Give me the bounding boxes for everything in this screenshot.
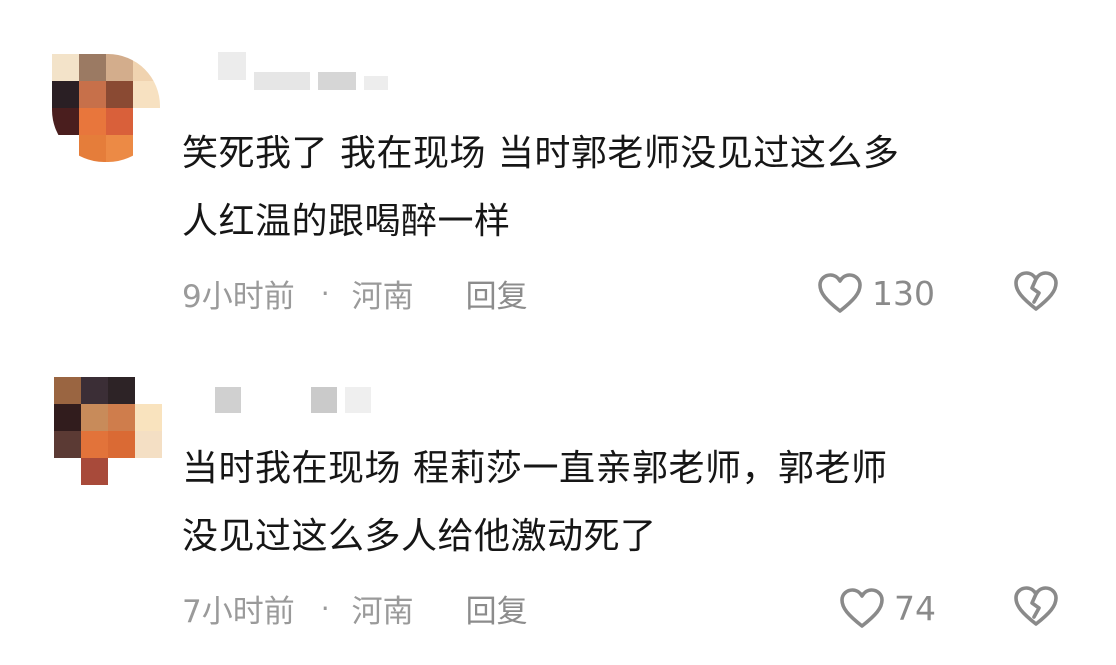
avatar-pixel [135, 458, 162, 485]
username-redacted[interactable] [190, 52, 388, 90]
comment-text-line: 笑死我了 我在现场 当时郭老师没见过这么多 [182, 133, 900, 174]
avatar-pixel [52, 81, 79, 108]
comment-text: 当时我在现场 程莉莎一直亲郭老师，郭老师 没见过这么多人给他激动死了 [182, 435, 1082, 571]
meta-separator: · [320, 276, 330, 310]
username-redacted[interactable] [215, 375, 371, 413]
comment-time: 9小时前 [182, 278, 295, 315]
comment-time: 7小时前 [182, 593, 295, 630]
comment-item: 当时我在现场 程莉莎一直亲郭老师，郭老师 没见过这么多人给他激动死了 7小时前 … [0, 335, 1116, 665]
comment-meta: 9小时前 · 河南 回复 [182, 268, 602, 318]
avatar-pixel [108, 404, 135, 431]
avatar-pixel [79, 135, 106, 162]
like-button[interactable]: 74 [838, 583, 936, 633]
avatar-pixel [81, 458, 108, 485]
avatar-pixel [54, 431, 81, 458]
reply-button[interactable]: 回复 [466, 271, 528, 316]
avatar-pixel [81, 377, 108, 404]
avatar-pixel [133, 108, 160, 135]
redacted-block [254, 72, 310, 90]
avatar-pixel [79, 108, 106, 135]
avatar-pixel [79, 54, 106, 81]
avatar-pixel [106, 81, 133, 108]
comment-meta: 7小时前 · 河南 回复 [182, 583, 602, 633]
redacted-block [318, 72, 356, 90]
comment-text-line: 当时我在现场 程莉莎一直亲郭老师，郭老师 [182, 448, 888, 489]
avatar-pixel [133, 135, 160, 162]
redacted-block [345, 387, 371, 413]
redacted-block [218, 52, 246, 80]
avatar-pixel [106, 108, 133, 135]
avatar[interactable] [52, 54, 160, 162]
redacted-block [364, 76, 388, 90]
dislike-button[interactable] [1012, 584, 1060, 632]
dislike-button[interactable] [1012, 269, 1060, 317]
avatar-pixel [108, 431, 135, 458]
avatar-pixel [135, 377, 162, 404]
comment-location: 河南 [351, 593, 414, 630]
avatar-pixel [54, 377, 81, 404]
comment-item: 笑死我了 我在现场 当时郭老师没见过这么多 人红温的跟喝醉一样 9小时前 · 河… [0, 0, 1116, 335]
avatar-pixel [52, 54, 79, 81]
avatar-pixel [133, 81, 160, 108]
redacted-block [215, 387, 241, 413]
avatar-pixel [52, 135, 79, 162]
like-count: 130 [872, 273, 935, 313]
comment-location: 河南 [351, 278, 414, 315]
avatar[interactable] [54, 377, 162, 485]
avatar-pixel [108, 377, 135, 404]
avatar-pixel [135, 404, 162, 431]
redacted-block [263, 387, 289, 413]
broken-heart-icon [1014, 271, 1058, 311]
avatar-pixel [133, 54, 160, 81]
heart-outline-icon [840, 588, 884, 628]
broken-heart-icon [1014, 586, 1058, 626]
redacted-block [311, 387, 337, 413]
comment-text-line: 人红温的跟喝醉一样 [182, 201, 511, 242]
avatar-pixel [54, 458, 81, 485]
like-button[interactable]: 130 [816, 268, 935, 318]
avatar-pixel [81, 431, 108, 458]
heart-outline-icon [818, 273, 862, 313]
reply-button[interactable]: 回复 [466, 586, 528, 631]
avatar-pixel [79, 81, 106, 108]
comment-text-line: 没见过这么多人给他激动死了 [182, 516, 657, 557]
avatar-pixel [54, 404, 81, 431]
like-count: 74 [894, 588, 936, 628]
meta-separator: · [320, 591, 330, 625]
comment-text: 笑死我了 我在现场 当时郭老师没见过这么多 人红温的跟喝醉一样 [182, 120, 1082, 256]
avatar-pixel [135, 431, 162, 458]
avatar-pixel [106, 54, 133, 81]
avatar-pixel [108, 458, 135, 485]
avatar-pixel [81, 404, 108, 431]
avatar-pixel [106, 135, 133, 162]
avatar-pixel [52, 108, 79, 135]
